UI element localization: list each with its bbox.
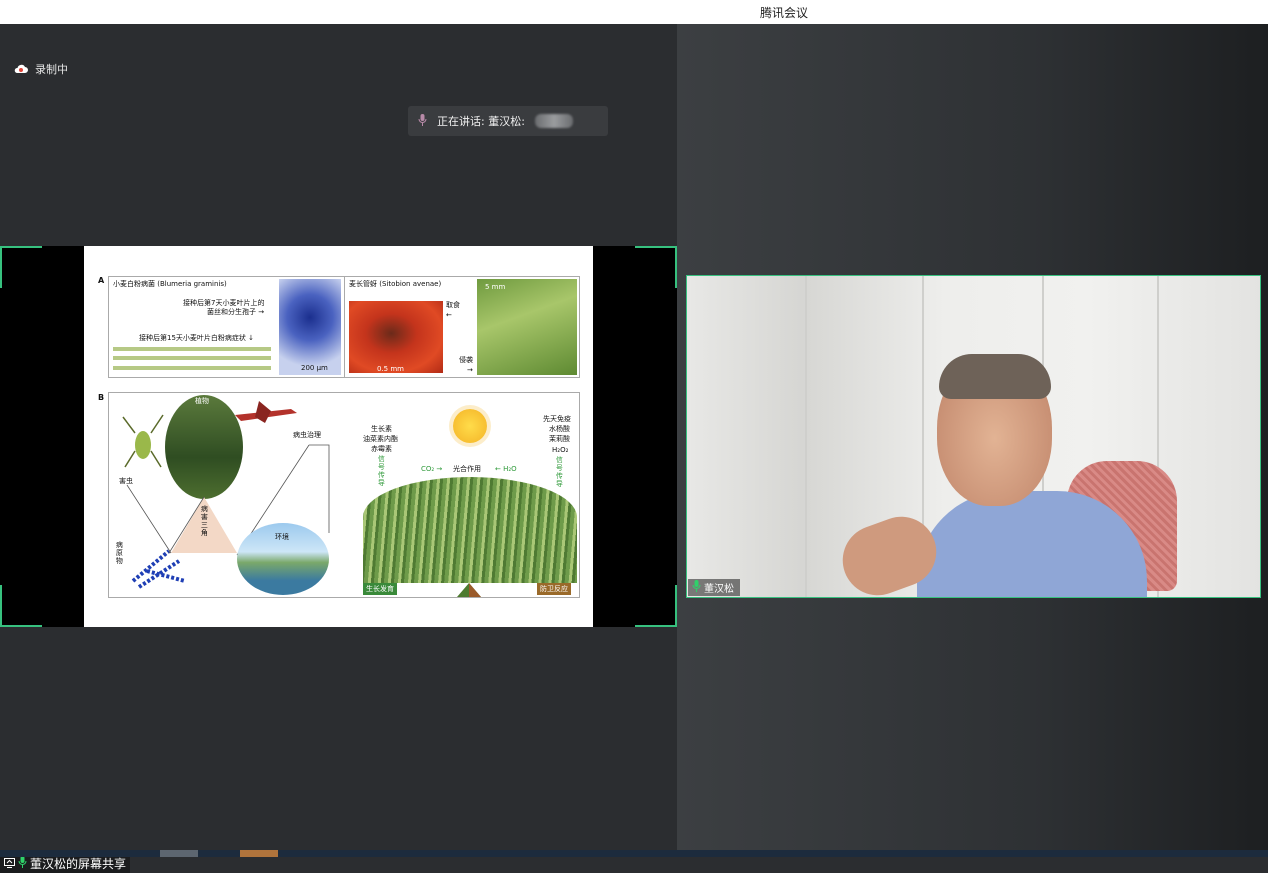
- aphid-micrograph: [349, 301, 443, 373]
- hormone-1: 生长素: [371, 425, 392, 433]
- h2o-label: ← H₂O: [495, 465, 517, 473]
- person-hair: [939, 354, 1051, 399]
- screen-share-icon: [4, 857, 15, 871]
- panel-a-right-title: 麦长管蚜 (Sitobion avenae): [349, 280, 442, 288]
- leaf-stripe: [113, 356, 271, 360]
- recording-indicator[interactable]: 录制中: [14, 61, 68, 77]
- wheat-field-photo: [363, 477, 577, 583]
- microphone-icon: [418, 113, 427, 129]
- share-stage[interactable]: A 小麦白粉病菌 (Blumeria graminis) 接种后第7天小麦叶片上…: [0, 246, 677, 627]
- wardrobe-edge: [805, 276, 807, 597]
- leaf-stripe: [113, 366, 271, 370]
- balance-icon: [457, 583, 481, 597]
- share-label-text: 董汉松的屏幕共享: [30, 857, 127, 871]
- invade-arrow: →: [467, 366, 473, 374]
- scale-right: 5 mm: [485, 283, 506, 291]
- day7-line2: 菌丝和分生孢子 →: [207, 308, 265, 316]
- window-title: 腾讯会议: [759, 6, 808, 20]
- immunity-4: H₂O₂: [552, 446, 569, 454]
- scale-mid: 0.5 mm: [377, 365, 404, 373]
- signal-left: 信号传导: [377, 455, 386, 487]
- leaf-stripe: [113, 347, 271, 351]
- env-label: 环境: [275, 533, 289, 541]
- signal-right: 信号传导: [555, 456, 564, 488]
- immunity-3: 茉莉酸: [549, 435, 570, 443]
- feed-arrow: ←: [446, 311, 452, 319]
- day7-line1: 接种后第7天小麦叶片上的: [183, 299, 265, 307]
- day15-caption: 接种后第15天小麦叶片白粉病症状 ↓: [139, 334, 254, 342]
- taskbar-app[interactable]: [240, 850, 278, 857]
- participant-name-tag: 董汉松: [688, 579, 740, 596]
- focus-corner: [0, 585, 42, 627]
- aphid-leaf-photo: [477, 279, 577, 375]
- cloud-record-icon: [14, 64, 28, 74]
- scale-left: 200 μm: [301, 364, 328, 372]
- panel-a-letter: A: [98, 276, 105, 285]
- participant-name: 董汉松: [704, 584, 734, 595]
- recording-label: 录制中: [35, 63, 68, 76]
- shared-screen-pane: 录制中 正在讲话: 董汉松: A 小麦白粉病菌 (Blumeria gramin…: [0, 24, 677, 873]
- mildew-micrograph: [279, 279, 341, 375]
- panel-a-left-title: 小麦白粉病菌 (Blumeria graminis): [113, 280, 227, 288]
- title-bar: 腾讯会议: [0, 0, 1268, 24]
- immunity-1: 先天免疫: [543, 415, 571, 423]
- participant-video[interactable]: 董汉松: [686, 275, 1261, 598]
- blurred-name: [534, 114, 573, 128]
- control-label: 病虫治理: [293, 431, 321, 439]
- co2-label: CO₂ →: [421, 465, 443, 473]
- feed-label: 取食: [446, 301, 460, 309]
- taskbar-app[interactable]: [160, 850, 198, 857]
- focus-corner: [0, 246, 42, 288]
- focus-corner: [635, 246, 677, 288]
- active-speaker-bar: 正在讲话: 董汉松:: [408, 106, 608, 136]
- defense-tag: 防卫反应: [537, 583, 571, 595]
- panel-b-letter: B: [98, 393, 105, 402]
- microphone-icon: [692, 580, 701, 595]
- taskbar: [0, 850, 1268, 857]
- immunity-2: 水杨酸: [549, 425, 570, 433]
- panel-b: 植物 害虫 病原物 病害三角 病虫治理 环境 生长素 油菜素内酯 赤霉素 信号传…: [108, 392, 580, 598]
- focus-corner: [635, 585, 677, 627]
- hormone-3: 赤霉素: [371, 445, 392, 453]
- growth-tag: 生长发育: [363, 583, 397, 595]
- divider: [344, 277, 345, 377]
- panel-a: 小麦白粉病菌 (Blumeria graminis) 接种后第7天小麦叶片上的 …: [108, 276, 580, 378]
- speaking-label: 正在讲话: 董汉松:: [437, 115, 525, 128]
- sun-icon: [453, 409, 487, 443]
- hormone-2: 油菜素内酯: [363, 435, 398, 443]
- microphone-icon: [18, 856, 27, 871]
- invade-label: 侵袭: [459, 356, 473, 364]
- photosynthesis-label: 光合作用: [453, 465, 481, 473]
- presentation-slide: A 小麦白粉病菌 (Blumeria graminis) 接种后第7天小麦叶片上…: [84, 246, 593, 627]
